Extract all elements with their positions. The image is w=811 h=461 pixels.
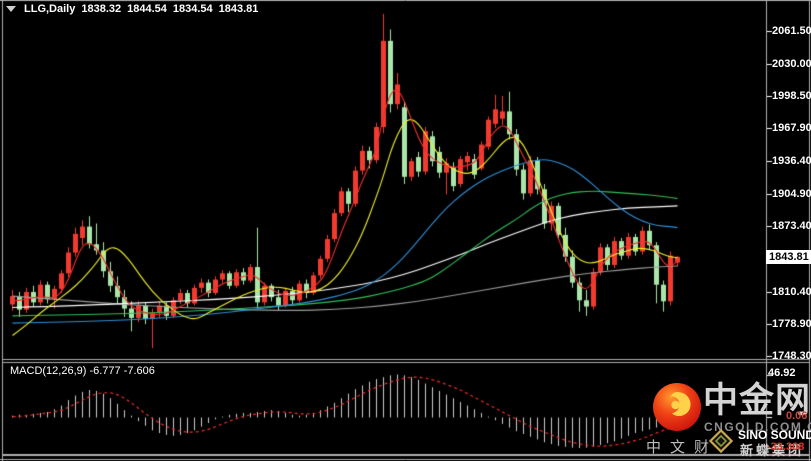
- high-value: 1844.54: [127, 3, 167, 15]
- macd-indicator-label: MACD(12,26,9) -6.777 -7.606: [10, 365, 155, 377]
- symbol-period-label: LLG,Daily: [24, 3, 76, 15]
- price-axis-label: 1778.90: [772, 318, 811, 331]
- price-axis-label: 1748.30: [772, 350, 811, 362]
- trading-chart-window: 中金网 CNGOLD.COM.CN 中文财 SINO SOUND 新蝶集团 LL…: [0, 0, 811, 461]
- price-axis-label: 1810.40: [772, 285, 811, 298]
- price-axis-label: 1998.50: [772, 90, 811, 103]
- low-value: 1834.54: [172, 3, 213, 15]
- price-axis-label: 1873.40: [772, 220, 811, 233]
- price-axis-label: 2030.00: [772, 57, 811, 70]
- price-axis-label: 1936.40: [772, 154, 811, 167]
- price-axis-label: 1967.90: [772, 122, 811, 135]
- price-axis-label: 1904.90: [772, 187, 811, 200]
- current-price-tag: 1843.81: [766, 249, 811, 264]
- chevron-down-icon[interactable]: [6, 6, 16, 13]
- macd-axis-min: -33.308: [767, 441, 805, 453]
- macd-axis-max: 46.92: [768, 367, 796, 379]
- price-axis[interactable]: 1843.81 2061.50 2030.00 1998.50 1967.90 1936…: [766, 0, 811, 461]
- chart-header: LLG,Daily 1838.32 1844.54 1834.54 1843.81: [6, 3, 258, 15]
- open-value: 1838.32: [81, 3, 122, 15]
- price-axis-label: 2061.50: [772, 25, 811, 37]
- close-value: 1843.81: [218, 3, 259, 15]
- chart-canvas[interactable]: [0, 0, 811, 461]
- macd-axis-mid: 0.06: [786, 410, 808, 422]
